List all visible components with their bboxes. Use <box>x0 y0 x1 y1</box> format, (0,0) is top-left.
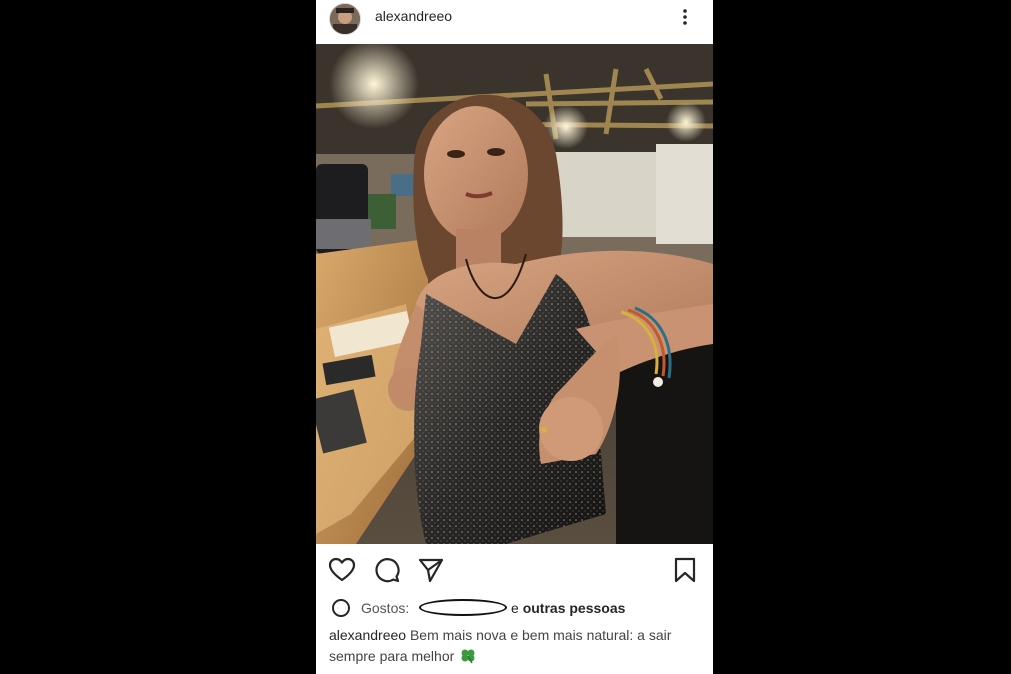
likes-tail-prefix: e <box>511 600 519 616</box>
heart-icon[interactable] <box>328 556 356 584</box>
post-photo[interactable] <box>316 44 713 544</box>
likes-others[interactable]: e outras pessoas <box>511 600 625 616</box>
likes-label: Gostos: <box>361 600 410 616</box>
post-caption: alexandreeo Bem mais nova e bem mais nat… <box>329 625 699 667</box>
profile-avatar[interactable] <box>329 3 361 35</box>
four-leaf-clover-icon <box>460 648 476 664</box>
screenshot-stage: alexandreeo Gostos: e outras pessoas ale… <box>0 0 1011 674</box>
send-icon[interactable] <box>417 556 445 584</box>
action-bar <box>316 550 713 590</box>
redacted-name <box>419 599 507 616</box>
instagram-post: alexandreeo Gostos: e outras pessoas ale… <box>316 0 713 674</box>
likes-summary[interactable]: Gostos: e outras pessoas <box>332 598 702 620</box>
liker-avatar[interactable] <box>332 599 350 617</box>
caption-username[interactable]: alexandreeo <box>329 627 406 643</box>
post-username[interactable]: alexandreeo <box>375 8 452 24</box>
comment-icon[interactable] <box>373 556 401 584</box>
post-header: alexandreeo <box>316 0 713 44</box>
more-vertical-icon[interactable] <box>675 6 695 28</box>
bookmark-icon[interactable] <box>671 556 699 584</box>
likes-tail-bold: outras pessoas <box>522 600 626 616</box>
